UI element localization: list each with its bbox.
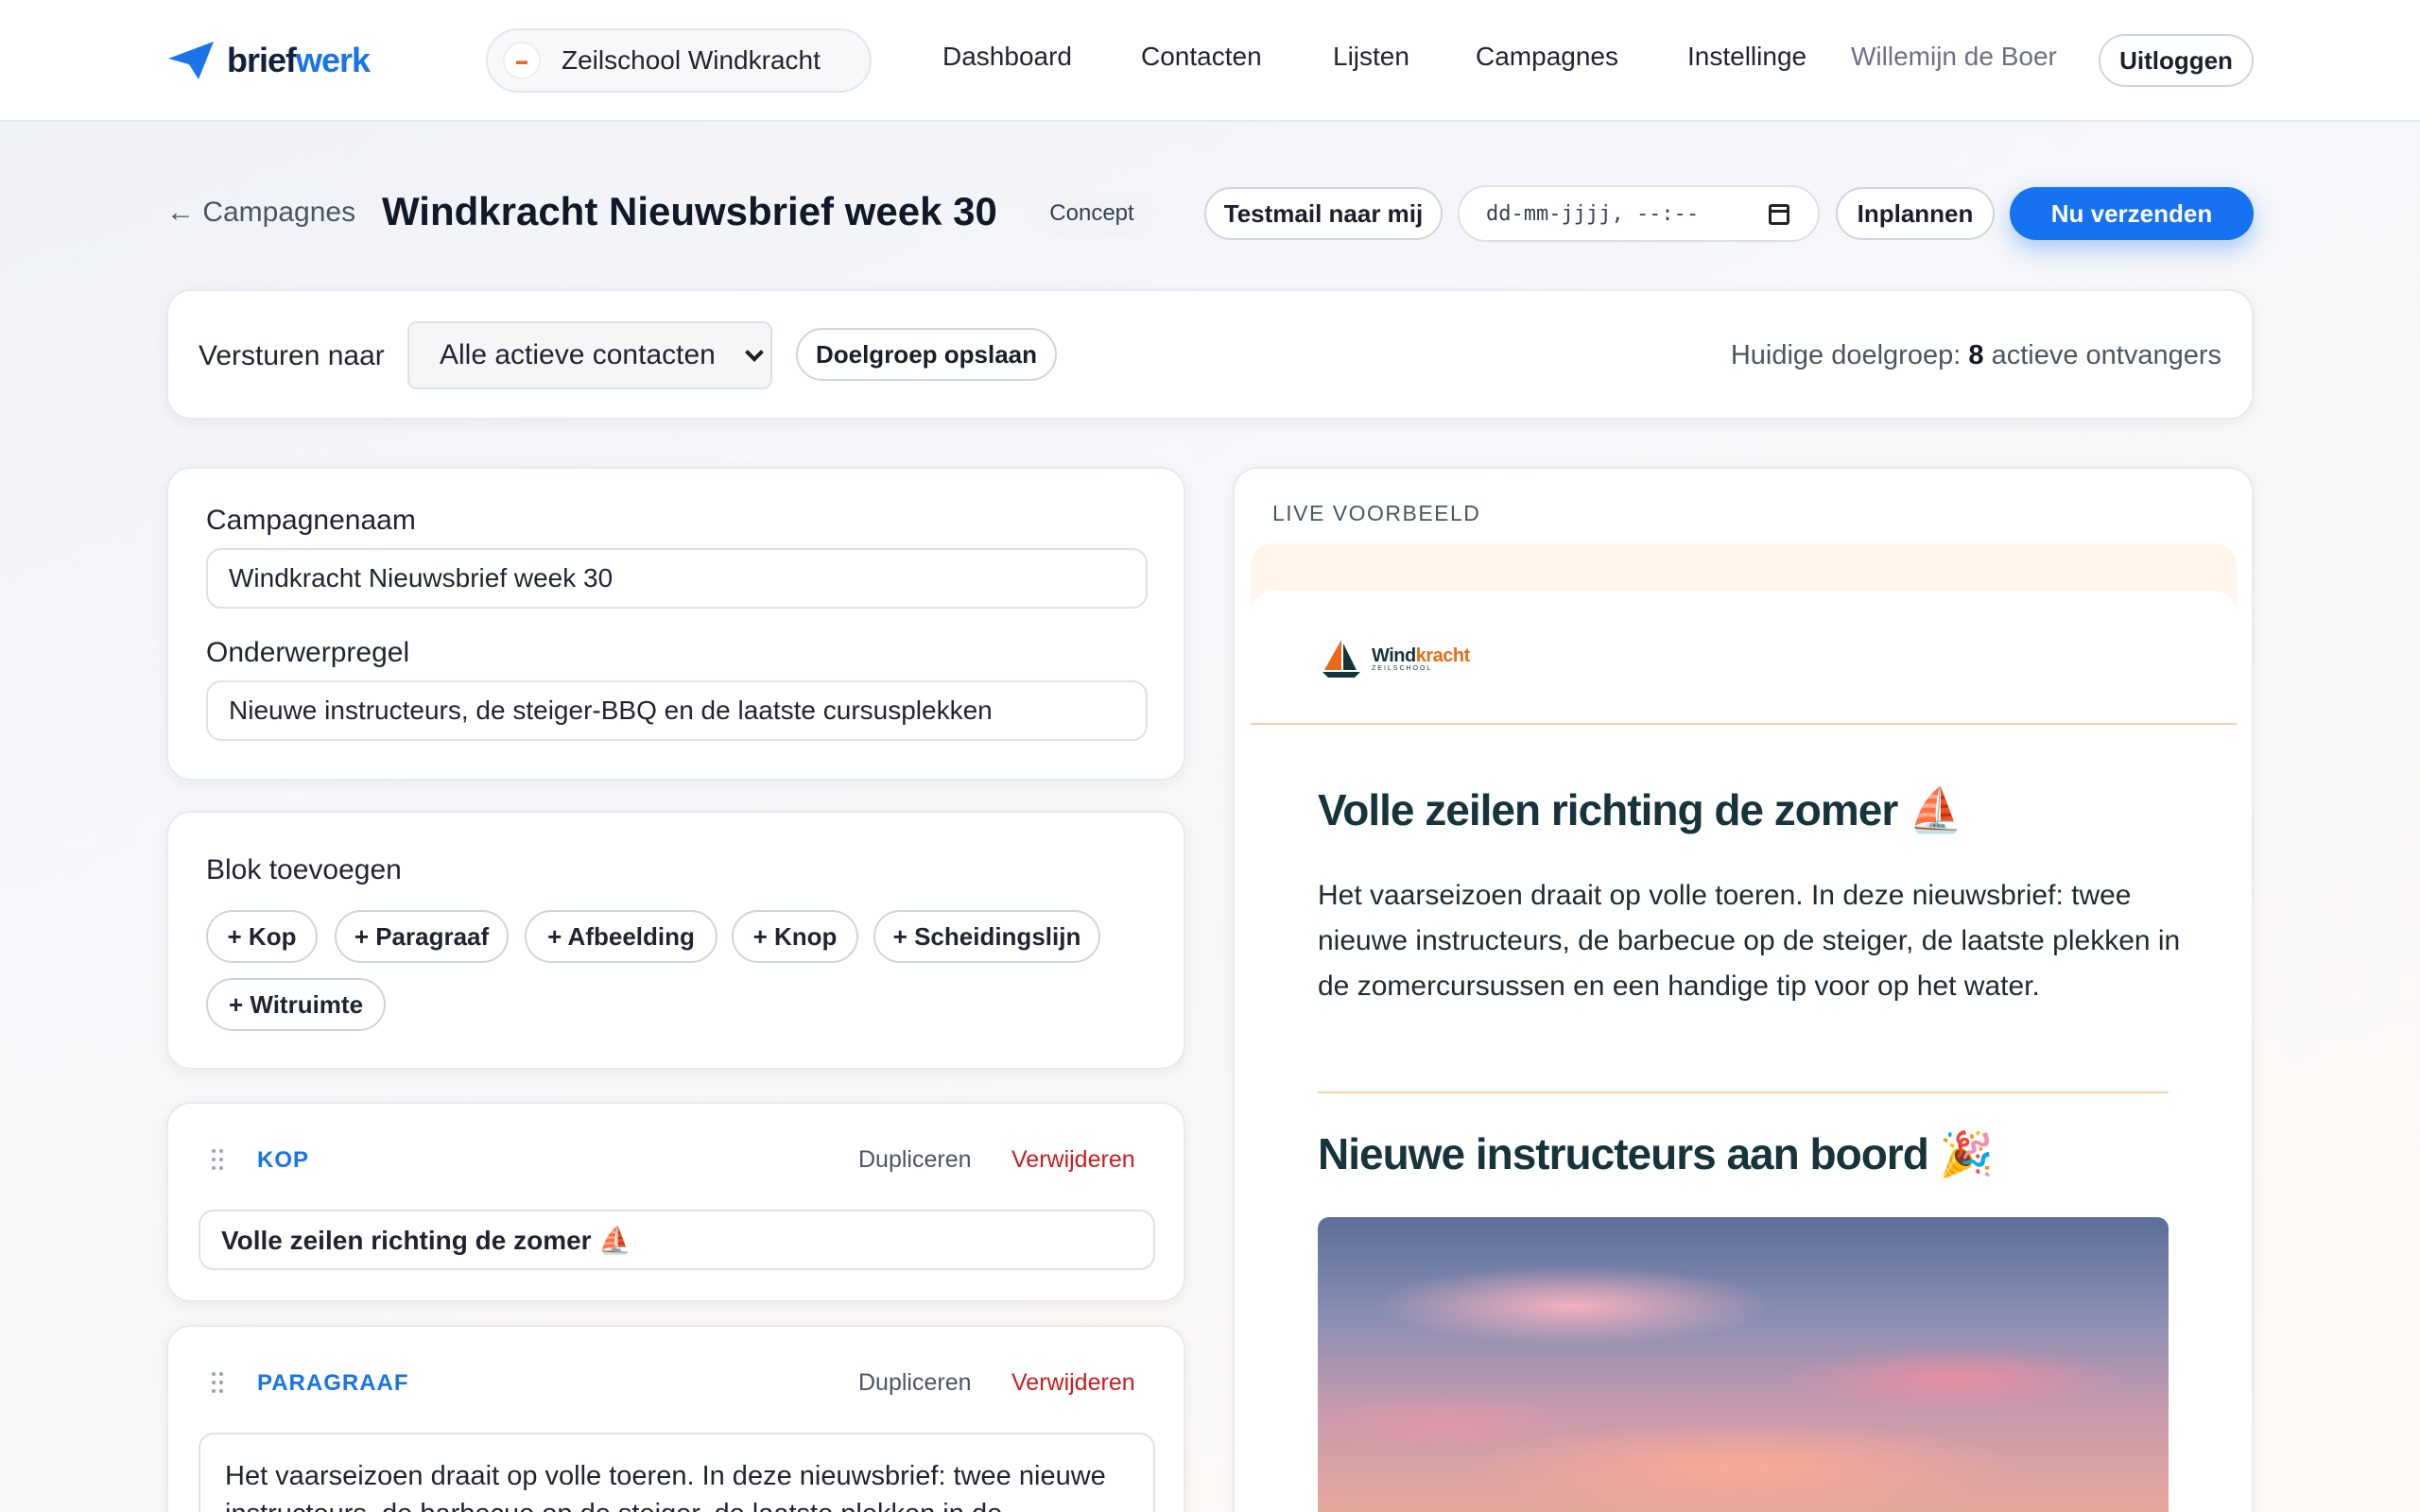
audience-summary: Huidige doelgroep: 8 actieve ontvangers — [1731, 340, 2221, 371]
add-block-title: Blok toevoegen — [206, 854, 402, 885]
add-divider-chip[interactable]: + Scheidingslijn — [873, 910, 1100, 963]
block-type-label: PARAGRAAF — [257, 1370, 409, 1396]
email-divider — [1318, 1091, 2169, 1093]
email-logo-text: Windkracht ZEILSCHOOL — [1372, 645, 1470, 672]
audience-count: 8 — [1968, 340, 1984, 370]
nav-contacten[interactable]: Contacten — [1141, 42, 1262, 72]
save-audience-button[interactable]: Doelgroep opslaan — [796, 328, 1057, 381]
nav-instellingen[interactable]: Instellingen — [1687, 42, 1808, 72]
brand-wordmark: briefwerk — [227, 41, 371, 79]
nav-dashboard[interactable]: Dashboard — [942, 42, 1072, 72]
testmail-button[interactable]: Testmail naar mij — [1204, 187, 1443, 240]
schedule-datetime-input[interactable]: dd-mm-jjjj, --:-- — [1458, 185, 1820, 242]
email-heading-2: Nieuwe instructeurs aan boord 🎉 — [1318, 1129, 1994, 1178]
subject-label: Onderwerpregel — [206, 637, 410, 668]
subject-input[interactable]: Nieuwe instructeurs, de steiger-BBQ en d… — [206, 680, 1148, 741]
nav-lijsten[interactable]: Lijsten — [1333, 42, 1409, 72]
duplicate-block-button[interactable]: Dupliceren — [858, 1146, 972, 1174]
campaign-name-label: Campagnenaam — [206, 505, 416, 536]
current-user-name: Willemijn de Boer — [1851, 42, 2057, 71]
send-now-button[interactable]: Nu verzenden — [2010, 187, 2254, 240]
add-spacer-chip[interactable]: + Witruimte — [206, 978, 386, 1031]
email-logo: Windkracht ZEILSCHOOL — [1319, 636, 1470, 681]
organization-avatar: ▬ — [503, 42, 541, 79]
delete-block-button[interactable]: Verwijderen — [1011, 1369, 1135, 1397]
logout-button[interactable]: Uitloggen — [2099, 34, 2254, 87]
duplicate-block-button[interactable]: Dupliceren — [858, 1369, 972, 1397]
paper-plane-icon — [168, 42, 214, 79]
add-paragraph-chip[interactable]: + Paragraaf — [335, 910, 509, 963]
drag-handle-icon[interactable] — [212, 1372, 227, 1393]
page-title: Windkracht Nieuwsbrief week 30 — [382, 189, 997, 233]
status-badge: Concept — [1030, 193, 1153, 234]
add-heading-chip[interactable]: + Kop — [206, 910, 318, 963]
audience-summary-prefix: Huidige doelgroep: — [1730, 340, 1962, 370]
add-image-chip[interactable]: + Afbeelding — [525, 910, 717, 963]
organization-name: Zeilschool Windkracht — [562, 45, 821, 75]
email-paragraph: Het vaarseizoen draait op volle toeren. … — [1318, 880, 2181, 1002]
block-type-label: KOP — [257, 1147, 310, 1173]
email-header-divider — [1251, 723, 2237, 725]
live-preview-label: LIVE VOORBEELD — [1272, 501, 1481, 525]
datetime-placeholder: dd-mm-jjjj, --:-- — [1486, 201, 1700, 226]
brand-logo[interactable]: briefwerk — [166, 38, 371, 83]
top-navigation-bar: briefwerk ▬ Zeilschool Windkracht Dashbo… — [0, 0, 2420, 122]
audience-select-value: Alle actieve contacten — [440, 339, 716, 370]
calendar-icon[interactable] — [1769, 204, 1789, 225]
audience-summary-suffix: actieve ontvangers — [1991, 340, 2221, 370]
send-to-label: Versturen naar — [199, 340, 385, 371]
schedule-button[interactable]: Inplannen — [1836, 187, 1995, 240]
add-button-chip[interactable]: + Knop — [732, 910, 858, 963]
sailboat-logo-icon — [1322, 640, 1360, 678]
audience-select[interactable]: Alle actieve contacten — [407, 321, 772, 389]
nav-campagnes[interactable]: Campagnes — [1476, 42, 1618, 72]
email-sunset-image — [1318, 1217, 2169, 1512]
organization-switcher[interactable]: ▬ Zeilschool Windkracht — [486, 28, 872, 93]
paragraph-block-textarea[interactable]: Het vaarseizoen draait op volle toeren. … — [199, 1433, 1155, 1512]
chevron-down-icon — [745, 343, 764, 362]
email-heading-1: Volle zeilen richting de zomer ⛵ — [1318, 785, 1962, 834]
campaign-name-input[interactable]: Windkracht Nieuwsbrief week 30 — [206, 548, 1148, 609]
back-to-campaigns-link[interactable]: ← Campagnes — [166, 197, 355, 229]
delete-block-button[interactable]: Verwijderen — [1011, 1146, 1135, 1174]
heading-block-input[interactable]: Volle zeilen richting de zomer ⛵ — [199, 1210, 1155, 1270]
block-card-heading — [166, 1102, 1185, 1302]
paragraph-block-text: Het vaarseizoen draait op volle toeren. … — [225, 1461, 1106, 1512]
drag-handle-icon[interactable] — [212, 1149, 227, 1170]
